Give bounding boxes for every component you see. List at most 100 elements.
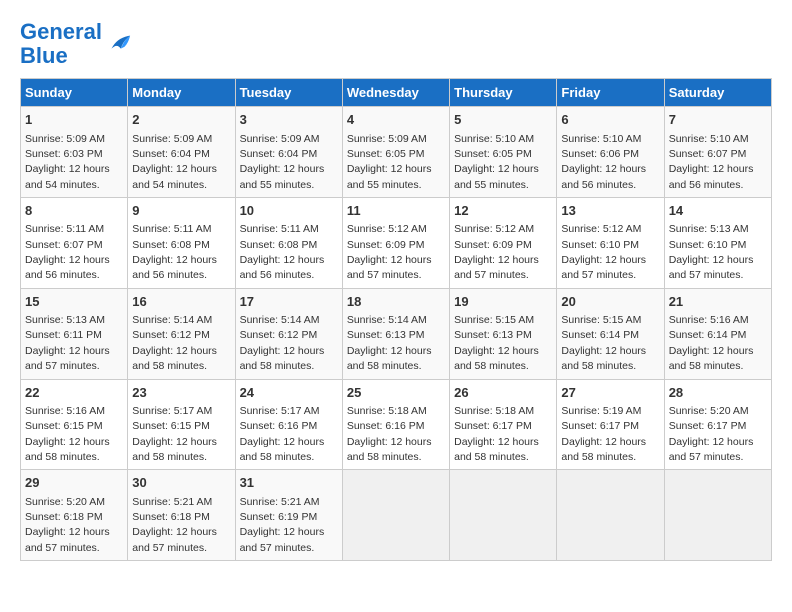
- day-number: 2: [132, 111, 230, 129]
- calendar-day-cell: 8 Sunrise: 5:11 AM Sunset: 6:07 PM Daylig…: [21, 198, 128, 289]
- calendar-day-cell: 20 Sunrise: 5:15 AM Sunset: 6:14 PM Dayli…: [557, 288, 664, 379]
- day-number: 14: [669, 202, 767, 220]
- calendar-day-cell: 23 Sunrise: 5:17 AM Sunset: 6:15 PM Dayli…: [128, 379, 235, 470]
- day-number: 10: [240, 202, 338, 220]
- calendar-day-cell: [450, 470, 557, 561]
- day-number: 24: [240, 384, 338, 402]
- day-info: Sunrise: 5:15 AM Sunset: 6:14 PM Dayligh…: [561, 314, 646, 372]
- day-number: 1: [25, 111, 123, 129]
- day-info: Sunrise: 5:11 AM Sunset: 6:07 PM Dayligh…: [25, 223, 110, 281]
- calendar-day-cell: 12 Sunrise: 5:12 AM Sunset: 6:09 PM Dayli…: [450, 198, 557, 289]
- day-info: Sunrise: 5:12 AM Sunset: 6:10 PM Dayligh…: [561, 223, 646, 281]
- calendar-day-cell: 22 Sunrise: 5:16 AM Sunset: 6:15 PM Dayli…: [21, 379, 128, 470]
- day-info: Sunrise: 5:14 AM Sunset: 6:12 PM Dayligh…: [132, 314, 217, 372]
- calendar-day-cell: 16 Sunrise: 5:14 AM Sunset: 6:12 PM Dayli…: [128, 288, 235, 379]
- day-number: 30: [132, 474, 230, 492]
- day-number: 13: [561, 202, 659, 220]
- day-info: Sunrise: 5:21 AM Sunset: 6:18 PM Dayligh…: [132, 496, 217, 554]
- day-info: Sunrise: 5:17 AM Sunset: 6:16 PM Dayligh…: [240, 405, 325, 463]
- calendar-day-cell: 10 Sunrise: 5:11 AM Sunset: 6:08 PM Dayli…: [235, 198, 342, 289]
- calendar-day-cell: 4Sunrise: 5:09 AM Sunset: 6:05 PM Daylig…: [342, 107, 449, 198]
- day-info: Sunrise: 5:09 AM Sunset: 6:03 PM Dayligh…: [25, 133, 110, 191]
- calendar-day-cell: 25Sunrise: 5:18 AM Sunset: 6:16 PM Dayli…: [342, 379, 449, 470]
- day-info: Sunrise: 5:17 AM Sunset: 6:15 PM Dayligh…: [132, 405, 217, 463]
- day-info: Sunrise: 5:18 AM Sunset: 6:17 PM Dayligh…: [454, 405, 539, 463]
- day-number: 25: [347, 384, 445, 402]
- day-info: Sunrise: 5:12 AM Sunset: 6:09 PM Dayligh…: [347, 223, 432, 281]
- calendar-week-row: 1 Sunrise: 5:09 AM Sunset: 6:03 PM Daylig…: [21, 107, 772, 198]
- day-info: Sunrise: 5:11 AM Sunset: 6:08 PM Dayligh…: [240, 223, 325, 281]
- weekday-header-saturday: Saturday: [664, 79, 771, 107]
- day-info: Sunrise: 5:10 AM Sunset: 6:07 PM Dayligh…: [669, 133, 754, 191]
- day-number: 4: [347, 111, 445, 129]
- calendar-day-cell: 31 Sunrise: 5:21 AM Sunset: 6:19 PM Dayli…: [235, 470, 342, 561]
- calendar-day-cell: 1 Sunrise: 5:09 AM Sunset: 6:03 PM Daylig…: [21, 107, 128, 198]
- logo-bird-icon: [104, 30, 132, 58]
- day-number: 29: [25, 474, 123, 492]
- calendar-day-cell: 2 Sunrise: 5:09 AM Sunset: 6:04 PM Daylig…: [128, 107, 235, 198]
- logo-text: GeneralBlue: [20, 20, 102, 68]
- calendar-week-row: 15Sunrise: 5:13 AM Sunset: 6:11 PM Dayli…: [21, 288, 772, 379]
- calendar-day-cell: 18 Sunrise: 5:14 AM Sunset: 6:13 PM Dayli…: [342, 288, 449, 379]
- day-info: Sunrise: 5:10 AM Sunset: 6:06 PM Dayligh…: [561, 133, 646, 191]
- calendar-day-cell: [664, 470, 771, 561]
- day-info: Sunrise: 5:11 AM Sunset: 6:08 PM Dayligh…: [132, 223, 217, 281]
- calendar-week-row: 29Sunrise: 5:20 AM Sunset: 6:18 PM Dayli…: [21, 470, 772, 561]
- day-number: 31: [240, 474, 338, 492]
- day-number: 26: [454, 384, 552, 402]
- day-number: 19: [454, 293, 552, 311]
- calendar-day-cell: 15Sunrise: 5:13 AM Sunset: 6:11 PM Dayli…: [21, 288, 128, 379]
- calendar-day-cell: 6 Sunrise: 5:10 AM Sunset: 6:06 PM Daylig…: [557, 107, 664, 198]
- calendar-day-cell: 3 Sunrise: 5:09 AM Sunset: 6:04 PM Daylig…: [235, 107, 342, 198]
- day-info: Sunrise: 5:14 AM Sunset: 6:13 PM Dayligh…: [347, 314, 432, 372]
- day-number: 7: [669, 111, 767, 129]
- calendar-day-cell: 21 Sunrise: 5:16 AM Sunset: 6:14 PM Dayli…: [664, 288, 771, 379]
- weekday-header-row: SundayMondayTuesdayWednesdayThursdayFrid…: [21, 79, 772, 107]
- day-info: Sunrise: 5:15 AM Sunset: 6:13 PM Dayligh…: [454, 314, 539, 372]
- calendar-day-cell: 28Sunrise: 5:20 AM Sunset: 6:17 PM Dayli…: [664, 379, 771, 470]
- weekday-header-friday: Friday: [557, 79, 664, 107]
- day-number: 22: [25, 384, 123, 402]
- calendar-day-cell: 19 Sunrise: 5:15 AM Sunset: 6:13 PM Dayli…: [450, 288, 557, 379]
- day-info: Sunrise: 5:09 AM Sunset: 6:04 PM Dayligh…: [132, 133, 217, 191]
- calendar-day-cell: [557, 470, 664, 561]
- calendar-table: SundayMondayTuesdayWednesdayThursdayFrid…: [20, 78, 772, 561]
- day-number: 11: [347, 202, 445, 220]
- calendar-day-cell: 7 Sunrise: 5:10 AM Sunset: 6:07 PM Daylig…: [664, 107, 771, 198]
- day-number: 18: [347, 293, 445, 311]
- calendar-day-cell: 13 Sunrise: 5:12 AM Sunset: 6:10 PM Dayli…: [557, 198, 664, 289]
- day-number: 3: [240, 111, 338, 129]
- day-number: 5: [454, 111, 552, 129]
- calendar-day-cell: 14Sunrise: 5:13 AM Sunset: 6:10 PM Dayli…: [664, 198, 771, 289]
- calendar-week-row: 22 Sunrise: 5:16 AM Sunset: 6:15 PM Dayli…: [21, 379, 772, 470]
- day-info: Sunrise: 5:12 AM Sunset: 6:09 PM Dayligh…: [454, 223, 539, 281]
- day-info: Sunrise: 5:09 AM Sunset: 6:04 PM Dayligh…: [240, 133, 325, 191]
- day-number: 23: [132, 384, 230, 402]
- day-number: 28: [669, 384, 767, 402]
- day-number: 6: [561, 111, 659, 129]
- calendar-day-cell: 11 Sunrise: 5:12 AM Sunset: 6:09 PM Dayli…: [342, 198, 449, 289]
- header: GeneralBlue: [20, 20, 772, 68]
- calendar-day-cell: 9Sunrise: 5:11 AM Sunset: 6:08 PM Daylig…: [128, 198, 235, 289]
- calendar-day-cell: 29Sunrise: 5:20 AM Sunset: 6:18 PM Dayli…: [21, 470, 128, 561]
- day-info: Sunrise: 5:14 AM Sunset: 6:12 PM Dayligh…: [240, 314, 325, 372]
- day-number: 15: [25, 293, 123, 311]
- day-info: Sunrise: 5:16 AM Sunset: 6:14 PM Dayligh…: [669, 314, 754, 372]
- day-number: 12: [454, 202, 552, 220]
- day-number: 8: [25, 202, 123, 220]
- weekday-header-wednesday: Wednesday: [342, 79, 449, 107]
- calendar-day-cell: [342, 470, 449, 561]
- calendar-day-cell: 17Sunrise: 5:14 AM Sunset: 6:12 PM Dayli…: [235, 288, 342, 379]
- calendar-day-cell: 30 Sunrise: 5:21 AM Sunset: 6:18 PM Dayli…: [128, 470, 235, 561]
- logo: GeneralBlue: [20, 20, 132, 68]
- day-info: Sunrise: 5:21 AM Sunset: 6:19 PM Dayligh…: [240, 496, 325, 554]
- day-number: 16: [132, 293, 230, 311]
- weekday-header-monday: Monday: [128, 79, 235, 107]
- day-info: Sunrise: 5:16 AM Sunset: 6:15 PM Dayligh…: [25, 405, 110, 463]
- day-number: 20: [561, 293, 659, 311]
- day-number: 21: [669, 293, 767, 311]
- weekday-header-sunday: Sunday: [21, 79, 128, 107]
- weekday-header-tuesday: Tuesday: [235, 79, 342, 107]
- day-number: 27: [561, 384, 659, 402]
- weekday-header-thursday: Thursday: [450, 79, 557, 107]
